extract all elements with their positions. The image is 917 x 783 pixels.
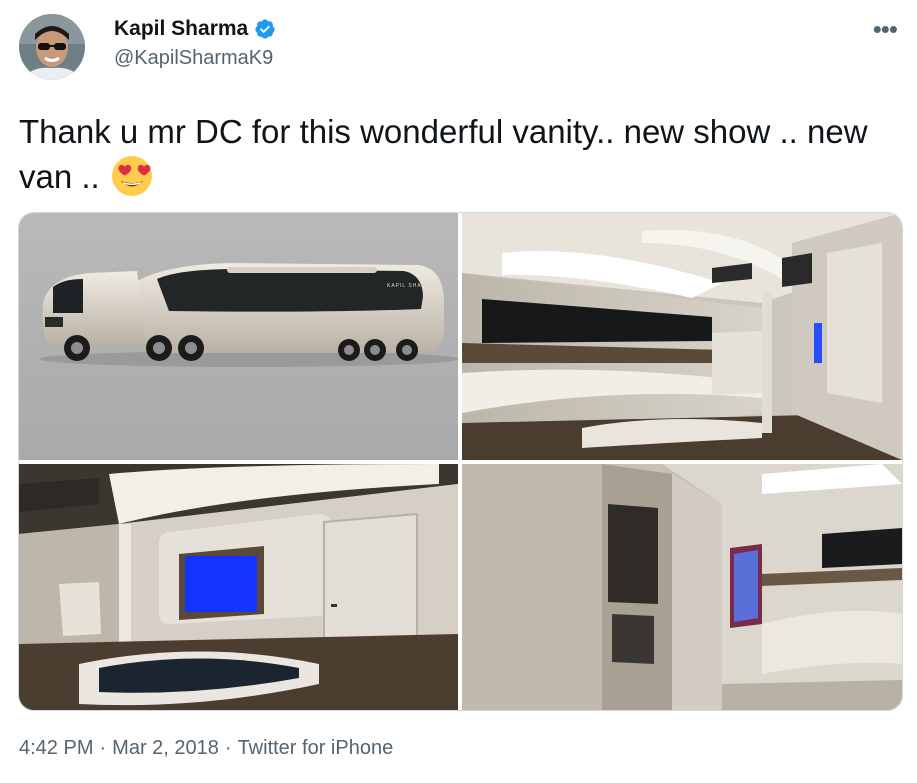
author-handle[interactable]: @KapilSharmaK9	[114, 47, 273, 70]
photo-1-truck-exterior[interactable]: KAPIL SHARMA	[19, 213, 458, 460]
tweet-date[interactable]: Mar 2, 2018	[112, 737, 219, 760]
photo-4-interior-seating[interactable]	[462, 464, 902, 710]
separator: ·	[224, 737, 232, 759]
more-horizontal-icon[interactable]: •••	[873, 16, 898, 42]
photo-2-interior-corridor[interactable]	[462, 213, 902, 460]
author-name[interactable]: Kapil Sharma	[114, 17, 248, 41]
author-name-row[interactable]: Kapil Sharma	[114, 17, 276, 41]
separator: ·	[99, 737, 107, 759]
truck-logo-text: KAPIL SHARMA	[387, 283, 436, 289]
heart-eyes-emoji-icon	[111, 156, 152, 196]
tweet-metadata: 4:42 PM · Mar 2, 2018 · Twitter for iPho…	[19, 737, 393, 760]
avatar[interactable]	[19, 14, 85, 80]
photo-3-lounge-screen[interactable]	[19, 464, 458, 710]
tweet-time[interactable]: 4:42 PM	[19, 737, 93, 760]
verified-badge-icon	[255, 19, 275, 39]
tweet-text: Thank u mr DC for this wonderful vanity.…	[19, 110, 889, 199]
tweet-source[interactable]: Twitter for iPhone	[238, 737, 394, 760]
media-grid: KAPIL SHARMA	[18, 212, 903, 711]
